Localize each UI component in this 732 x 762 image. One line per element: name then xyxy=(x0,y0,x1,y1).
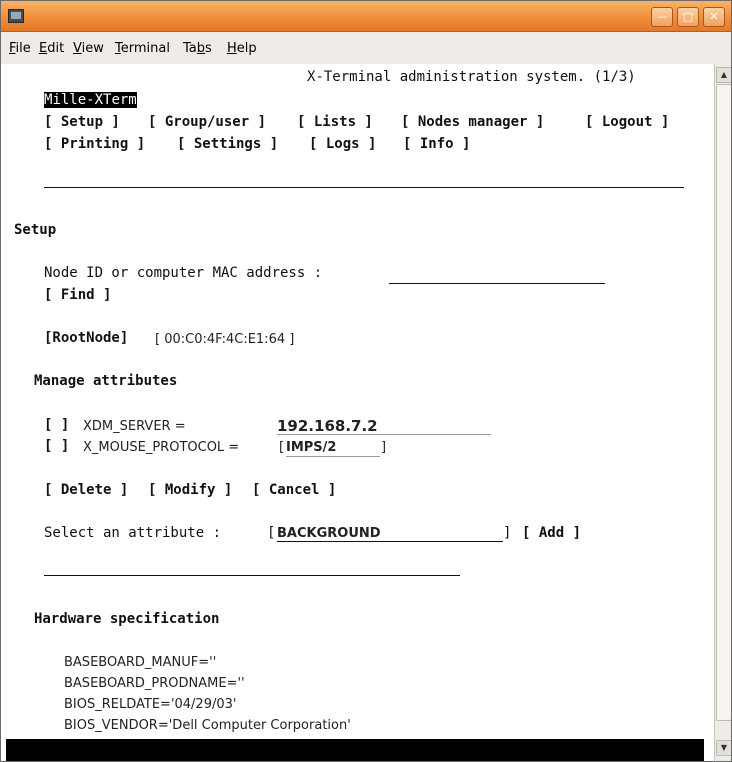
menu-file[interactable]: File xyxy=(9,41,31,56)
nav-info[interactable]: [ Info ] xyxy=(403,136,470,152)
nav-printing[interactable]: [ Printing ] xyxy=(44,136,145,152)
nav-lists[interactable]: [ Lists ] xyxy=(297,114,373,130)
terminal-window: — □ ✕ File Edit View Terminal Tabs Help … xyxy=(0,0,732,762)
xdm-server-field[interactable] xyxy=(277,434,491,435)
nav-logout[interactable]: [ Logout ] xyxy=(585,114,669,130)
x-mouse-protocol-field[interactable] xyxy=(286,456,380,457)
menu-view-mnemonic: V xyxy=(73,41,82,56)
node-id-input[interactable] xyxy=(389,283,605,284)
scrollbar-thumb[interactable] xyxy=(716,84,731,721)
delete-button[interactable]: [ Delete ] xyxy=(44,482,128,498)
x-mouse-protocol-value[interactable]: IMPS/2 xyxy=(286,440,336,455)
xdm-server-checkbox[interactable]: [ ] xyxy=(44,417,69,433)
menu-view[interactable]: View xyxy=(73,41,104,56)
hw-line: BIOS_VENDOR='Dell Computer Corporation' xyxy=(64,718,351,733)
menu-edit-label: dit xyxy=(47,41,65,56)
x-mouse-bracket-open: [ xyxy=(279,440,285,455)
menu-edit[interactable]: Edit xyxy=(39,41,64,56)
divider xyxy=(44,575,460,576)
terminal-content[interactable]: X-Terminal administration system. (1/3) … xyxy=(1,64,713,761)
manage-attributes-heading: Manage attributes xyxy=(34,373,178,389)
maximize-icon[interactable]: □ xyxy=(677,7,699,27)
menu-view-label: iew xyxy=(81,41,104,56)
xdm-server-value[interactable]: 192.168.7.2 xyxy=(277,417,378,435)
arrow-up-icon[interactable]: ▲ xyxy=(716,67,731,83)
nav-nodes-manager[interactable]: [ Nodes manager ] xyxy=(401,114,544,130)
menu-file-label: ile xyxy=(15,41,31,56)
status-bar xyxy=(6,739,704,761)
modify-button[interactable]: [ Modify ] xyxy=(148,482,232,498)
menu-terminal-label: erminal xyxy=(120,41,170,56)
find-button[interactable]: [ Find ] xyxy=(44,287,111,303)
hw-line: BASEBOARD_MANUF='' xyxy=(64,655,217,670)
menu-tabs-mnemonic: b xyxy=(196,41,206,56)
hw-line: BASEBOARD_PRODNAME='' xyxy=(64,676,245,691)
menu-edit-mnemonic: E xyxy=(39,41,48,56)
menu-tabs-label: s xyxy=(205,41,212,56)
divider xyxy=(44,187,684,188)
menu-help-label: elp xyxy=(236,41,257,56)
vertical-scrollbar[interactable]: ▲ ▼ xyxy=(714,64,731,761)
x-mouse-bracket-close: ] xyxy=(381,440,387,455)
minimize-icon[interactable]: — xyxy=(651,7,673,27)
menu-help-mnemonic: H xyxy=(227,41,237,56)
hardware-heading: Hardware specification xyxy=(34,611,220,627)
menu-tabs-prefix: Ta xyxy=(183,41,197,56)
title-bar[interactable]: — □ ✕ xyxy=(1,1,731,32)
root-node-link[interactable]: [RootNode] xyxy=(44,330,128,346)
menu-bar: File Edit View Terminal Tabs Help xyxy=(1,32,731,64)
select-bracket-open: [ xyxy=(267,525,276,541)
setup-heading: Setup xyxy=(14,222,57,238)
app-name: Mille-XTerm xyxy=(44,92,137,108)
close-icon[interactable]: ✕ xyxy=(703,7,725,27)
nav-settings[interactable]: [ Settings ] xyxy=(177,136,278,152)
nav-logs[interactable]: [ Logs ] xyxy=(309,136,376,152)
menu-help[interactable]: Help xyxy=(227,41,257,56)
add-button[interactable]: [ Add ] xyxy=(522,525,581,541)
x-mouse-protocol-checkbox[interactable]: [ ] xyxy=(44,438,69,454)
cancel-button[interactable]: [ Cancel ] xyxy=(252,482,336,498)
menu-terminal[interactable]: Terminal xyxy=(115,41,170,56)
select-attribute-value[interactable]: BACKGROUND xyxy=(277,526,381,541)
system-title: X-Terminal administration system. (1/3) xyxy=(307,69,636,85)
app-name-selection: ille-XTerm xyxy=(52,92,137,108)
arrow-down-icon[interactable]: ▼ xyxy=(716,740,731,756)
nav-group-user[interactable]: [ Group/user ] xyxy=(148,114,266,130)
terminal-app-icon[interactable] xyxy=(8,9,24,23)
node-id-label: Node ID or computer MAC address : xyxy=(44,265,323,281)
select-attribute-field[interactable] xyxy=(277,541,503,542)
mac-address: [ 00:C0:4F:4C:E1:64 ] xyxy=(155,332,295,347)
select-bracket-close: ] xyxy=(503,525,512,541)
hw-line: BIOS_RELDATE='04/29/03' xyxy=(64,697,237,712)
nav-setup[interactable]: [ Setup ] xyxy=(44,114,120,130)
x-mouse-protocol-label: X_MOUSE_PROTOCOL = xyxy=(83,440,240,455)
menu-tabs[interactable]: Tabs xyxy=(183,41,212,56)
select-attribute-label: Select an attribute : xyxy=(44,525,222,541)
xdm-server-label: XDM_SERVER = xyxy=(83,419,186,434)
